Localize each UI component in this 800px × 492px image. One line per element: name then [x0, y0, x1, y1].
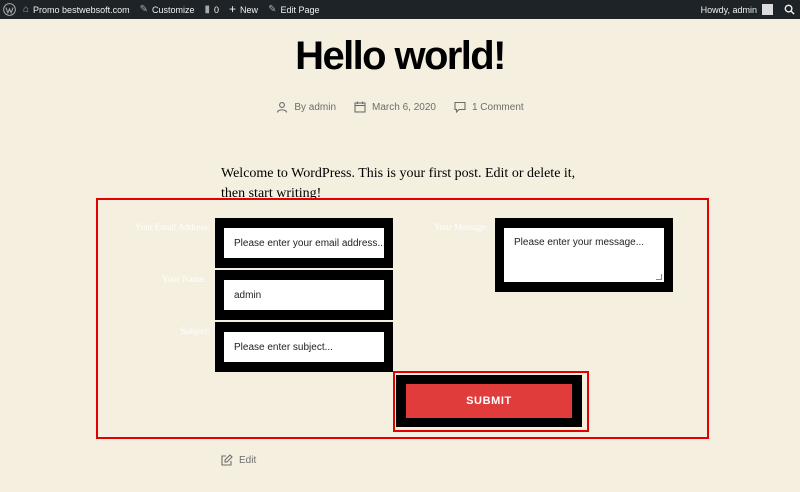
search-icon[interactable] — [778, 0, 800, 19]
name-field[interactable]: admin — [224, 280, 384, 310]
edit-page-label: Edit Page — [280, 4, 320, 15]
edit-page-link[interactable]: ✎ Edit Page — [263, 0, 324, 19]
user-account-link[interactable]: Howdy, admin — [696, 0, 778, 19]
email-field[interactable]: Please enter your email address... — [224, 228, 384, 258]
name-field-frame: admin — [215, 270, 393, 320]
user-icon — [277, 102, 288, 113]
post-author[interactable]: By admin — [276, 101, 336, 113]
new-label: New — [240, 4, 259, 15]
subject-label: Subject: — [180, 326, 211, 336]
post-date[interactable]: March 6, 2020 — [354, 101, 436, 113]
resize-handle-icon[interactable] — [656, 274, 662, 280]
comment-icon: ▮ — [204, 4, 211, 15]
pencil-icon: ✎ — [268, 4, 277, 15]
avatar — [762, 4, 773, 15]
site-name-label: Promo bestwebsoft.com — [33, 4, 130, 15]
customize-label: Customize — [151, 4, 195, 15]
calendar-icon — [354, 101, 366, 113]
email-field-frame: Please enter your email address... — [215, 218, 393, 268]
message-field[interactable]: Please enter your message... — [504, 228, 664, 282]
subject-field[interactable]: Please enter subject... — [224, 332, 384, 362]
home-icon: ⌂ — [23, 4, 30, 15]
submit-frame: SUBMIT — [396, 375, 582, 427]
plus-icon: + — [229, 2, 237, 16]
post-comments[interactable]: 1 Comment — [454, 101, 524, 113]
post-date-label: March 6, 2020 — [372, 101, 436, 113]
page-title: Hello world! — [295, 34, 506, 78]
site-name-link[interactable]: ⌂ Promo bestwebsoft.com — [18, 0, 135, 19]
message-label: Your Message: — [434, 222, 488, 232]
new-content-link[interactable]: + New — [224, 0, 263, 19]
subject-field-frame: Please enter subject... — [215, 322, 393, 372]
email-label: Your Email Address: — [134, 222, 210, 232]
wordpress-logo-icon[interactable] — [0, 0, 18, 19]
comments-link[interactable]: ▮ 0 — [200, 0, 225, 19]
comment-icon — [454, 101, 466, 113]
edit-icon — [221, 454, 233, 466]
brush-icon: ✎ — [139, 4, 148, 15]
name-label: Your Name: — [162, 274, 206, 284]
edit-post-link[interactable]: Edit — [221, 454, 256, 466]
admin-bar: ⌂ Promo bestwebsoft.com ✎ Customize ▮ 0 … — [0, 0, 800, 19]
customize-link[interactable]: ✎ Customize — [135, 0, 200, 19]
submit-button[interactable]: SUBMIT — [406, 384, 572, 418]
post-meta: By admin March 6, 2020 1 Comment — [0, 101, 800, 113]
edit-label: Edit — [239, 454, 257, 466]
post-author-label: By admin — [294, 101, 337, 113]
howdy-label: Howdy, admin — [700, 4, 757, 15]
comments-count: 0 — [214, 4, 220, 15]
post-comments-label: 1 Comment — [471, 101, 524, 113]
message-field-frame: Please enter your message... — [495, 218, 673, 292]
